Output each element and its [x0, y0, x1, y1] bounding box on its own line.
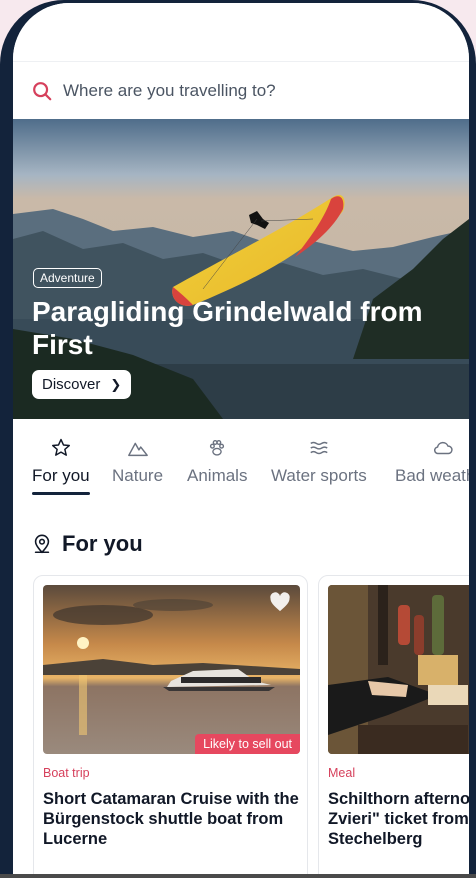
- tab-for-you[interactable]: For you: [32, 437, 90, 495]
- tab-label: Bad weather: [395, 466, 469, 485]
- card-image: Likely to sell out: [43, 585, 300, 754]
- app-screen: Where are you travelling to? Adventure P…: [13, 3, 469, 874]
- search-icon: [33, 81, 52, 100]
- discover-label: Discover: [42, 376, 101, 393]
- paw-icon: [210, 439, 225, 456]
- activity-card[interactable]: Meal Schilthorn afternoon "Piz Gloria Zv…: [318, 575, 469, 874]
- heart-icon[interactable]: [269, 592, 291, 612]
- section-title: For you: [62, 531, 143, 556]
- catamaran-photo: [43, 585, 300, 754]
- tab-animals[interactable]: Animals: [187, 437, 247, 486]
- location-pin-icon: [34, 534, 50, 554]
- section-heading: For you: [31, 531, 143, 557]
- card-title: Short Catamaran Cruise with the Bürgenst…: [43, 790, 299, 848]
- bottom-edge: [0, 874, 476, 878]
- tab-nature[interactable]: Nature: [112, 437, 163, 486]
- likely-to-sell-out-badge: Likely to sell out: [195, 734, 300, 754]
- tab-label: Animals: [187, 466, 248, 485]
- card-title: Schilthorn afternoon "Piz Gloria Zvieri"…: [328, 790, 469, 848]
- meal-photo: [328, 585, 469, 754]
- tab-label: Water sports: [271, 466, 367, 485]
- hero-title: Paragliding Grindelwald from First: [32, 296, 423, 360]
- category-tabs: For you Nature Animals Water sports Bad …: [13, 419, 469, 503]
- cloud-icon: [433, 441, 453, 455]
- mountain-icon: [127, 442, 148, 457]
- hero-tag: Adventure: [33, 268, 102, 288]
- activity-card[interactable]: Likely to sell out Boat trip Short Catam…: [33, 575, 308, 874]
- waves-icon: [310, 441, 328, 455]
- tab-bad-weather[interactable]: Bad weather: [395, 437, 469, 486]
- tab-water-sports[interactable]: Water sports: [271, 437, 367, 486]
- status-area: [13, 3, 469, 61]
- search-input[interactable]: Where are you travelling to?: [63, 81, 276, 101]
- hero-banner[interactable]: Adventure Paragliding Grindelwald from F…: [13, 119, 469, 419]
- phone-frame: Where are you travelling to? Adventure P…: [0, 0, 476, 878]
- card-image: [328, 585, 469, 754]
- card-category: Meal: [328, 766, 356, 780]
- active-tab-indicator: [32, 492, 90, 495]
- discover-button[interactable]: Discover ❯: [32, 370, 132, 399]
- chevron-right-icon: ❯: [110, 376, 122, 392]
- search-bar[interactable]: Where are you travelling to?: [13, 61, 469, 119]
- tab-label: Nature: [112, 466, 164, 485]
- card-category: Boat trip: [43, 766, 90, 780]
- star-icon: [51, 438, 70, 456]
- tab-label: For you: [32, 466, 90, 485]
